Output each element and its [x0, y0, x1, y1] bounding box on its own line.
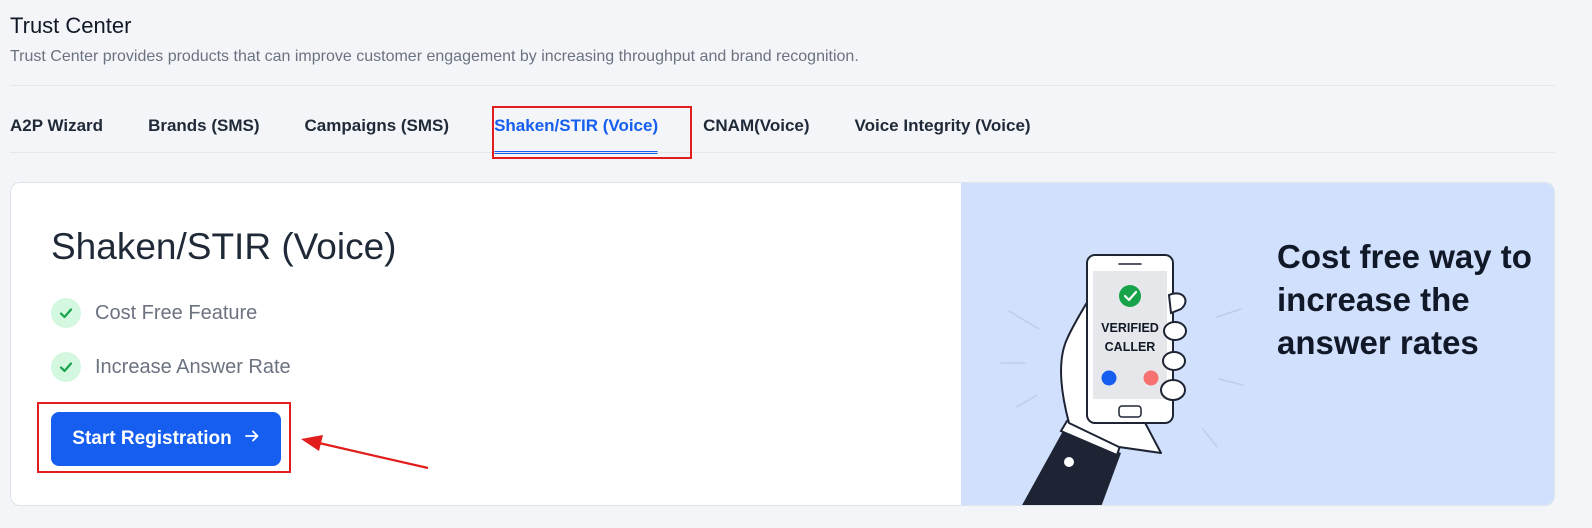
page-subtitle: Trust Center provides products that can …: [10, 48, 859, 65]
feature-item: Increase Answer Rate: [51, 352, 291, 382]
card-title: Shaken/STIR (Voice): [51, 226, 397, 267]
verified-text: VERIFIED: [1101, 321, 1159, 335]
tab-voice-integrity-voice[interactable]: Voice Integrity (Voice): [855, 104, 1031, 152]
illustration-panel: VERIFIED CALLER Cost free way to increas…: [961, 183, 1554, 505]
page-header: Trust Center Trust Center provides produ…: [10, 12, 1555, 68]
tab-brands-sms[interactable]: Brands (SMS): [148, 104, 259, 152]
verified-caller-illustration: VERIFIED CALLER: [1000, 254, 1244, 505]
tagline: Cost free way to increase the answer rat…: [1277, 238, 1532, 361]
tab-cnam-voice[interactable]: CNAM(Voice): [703, 104, 809, 152]
feature-item: Cost Free Feature: [51, 298, 257, 328]
trust-center-page: Trust Center Trust Center provides produ…: [0, 0, 1592, 528]
header-divider: [10, 85, 1555, 86]
feature-text: Cost Free Feature: [95, 301, 258, 324]
check-icon: [51, 298, 81, 328]
annotation-arrow: [301, 435, 429, 470]
feature-text: Increase Answer Rate: [95, 355, 291, 378]
tabs-divider: [10, 152, 1555, 153]
annotation-highlight-tab: [492, 106, 692, 159]
annotation-highlight-button: [37, 402, 291, 473]
tab-campaigns-sms[interactable]: Campaigns (SMS): [305, 104, 450, 152]
check-icon: [51, 352, 81, 382]
tab-a2p-wizard[interactable]: A2P Wizard: [10, 104, 103, 152]
page-title: Trust Center: [10, 13, 132, 38]
caller-text: CALLER: [1105, 340, 1156, 354]
